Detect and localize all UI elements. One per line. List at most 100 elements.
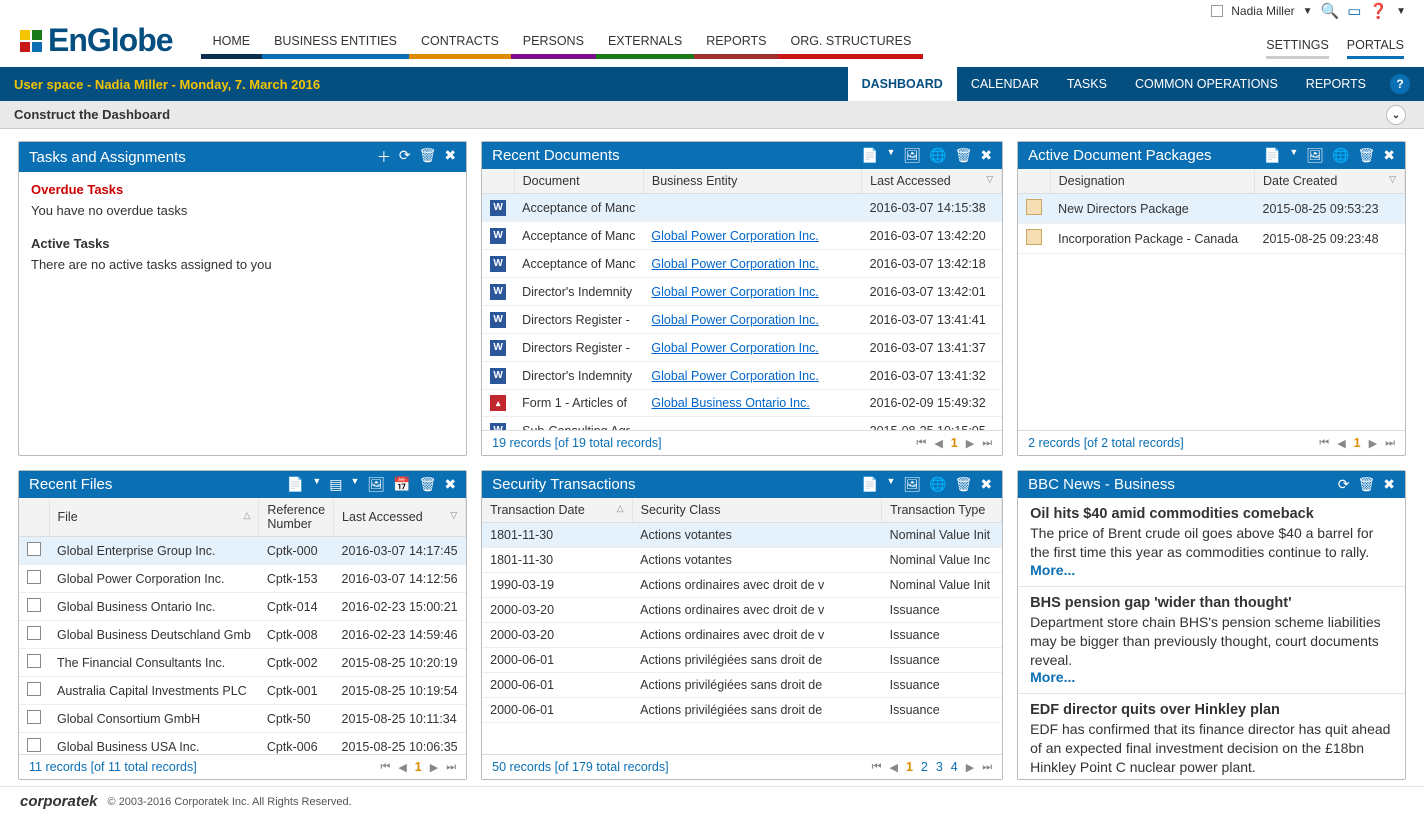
- caret-icon[interactable]: ▼: [886, 476, 895, 493]
- new-doc-icon[interactable]: 📄: [287, 476, 304, 493]
- add-icon[interactable]: ＋: [377, 147, 391, 167]
- close-icon[interactable]: ✖: [1383, 476, 1395, 493]
- tab-tasks[interactable]: TASKS: [1053, 67, 1121, 101]
- menu-icon[interactable]: ▤: [329, 476, 342, 493]
- trash-icon[interactable]: 🗑: [1357, 476, 1375, 493]
- globe-icon[interactable]: 🌐: [929, 476, 946, 493]
- pager-page-1[interactable]: 1: [1354, 436, 1361, 450]
- table-row[interactable]: Global Business USA Inc.Cptk-0062015-08-…: [19, 733, 466, 755]
- caret-icon[interactable]: ▼: [350, 476, 359, 493]
- window-icon[interactable]: ▭: [1347, 2, 1361, 20]
- col-icon[interactable]: [19, 498, 49, 537]
- help-caret-icon[interactable]: ▼: [1396, 6, 1406, 17]
- user-name[interactable]: Nadia Miller: [1231, 4, 1294, 18]
- table-row[interactable]: 2000-06-01Actions privilégiées sans droi…: [482, 698, 1002, 723]
- business-entity-link[interactable]: Global Power Corporation Inc.: [651, 369, 818, 383]
- pager-page-1[interactable]: 1: [906, 760, 913, 774]
- table-row[interactable]: 2000-06-01Actions privilégiées sans droi…: [482, 673, 1002, 698]
- table-row[interactable]: ▴Form 1 - Articles ofGlobal Business Ont…: [482, 390, 1002, 417]
- globe-icon[interactable]: 🌐: [1332, 147, 1349, 164]
- table-row[interactable]: Incorporation Package - Canada2015-08-25…: [1018, 224, 1404, 254]
- table-row[interactable]: WDirector's IndemnityGlobal Power Corpor…: [482, 278, 1002, 306]
- pager-page-4[interactable]: 4: [951, 760, 958, 774]
- table-row[interactable]: WAcceptance of Manc2016-03-07 14:15:38: [482, 194, 1002, 222]
- trash-icon[interactable]: 🗑: [1357, 147, 1375, 164]
- calendar-icon[interactable]: 📅: [393, 476, 410, 493]
- new-doc-icon[interactable]: 📄: [1264, 147, 1281, 164]
- refresh-icon[interactable]: ⟳: [399, 147, 411, 167]
- pager-page-3[interactable]: 3: [936, 760, 943, 774]
- tab-reports[interactable]: REPORTS: [1292, 67, 1380, 101]
- table-row[interactable]: WAcceptance of MancGlobal Power Corporat…: [482, 250, 1002, 278]
- table-row[interactable]: WAcceptance of MancGlobal Power Corporat…: [482, 222, 1002, 250]
- user-checkbox[interactable]: [1211, 5, 1223, 17]
- business-entity-link[interactable]: Global Power Corporation Inc.: [651, 341, 818, 355]
- nav-reports[interactable]: REPORTS: [694, 34, 778, 59]
- close-icon[interactable]: ✖: [980, 147, 992, 164]
- pager-first-icon[interactable]: ⏮: [872, 761, 882, 774]
- close-icon[interactable]: ✖: [980, 476, 992, 493]
- pager-last-icon[interactable]: ⏭: [446, 761, 456, 774]
- col-icon[interactable]: [1018, 169, 1050, 194]
- image-icon[interactable]: 🖼: [903, 147, 921, 164]
- col-reference[interactable]: Reference Number: [259, 498, 334, 537]
- pager-next-icon[interactable]: ▶: [966, 761, 974, 774]
- pager-prev-icon[interactable]: ◀: [889, 761, 897, 774]
- table-row[interactable]: Global Business Ontario Inc.Cptk-0142016…: [19, 593, 466, 621]
- trash-icon[interactable]: 🗑: [955, 147, 973, 164]
- col-transaction-date[interactable]: Transaction Date△: [482, 498, 632, 523]
- tab-common-operations[interactable]: COMMON OPERATIONS: [1121, 67, 1292, 101]
- table-row[interactable]: WDirectors Register -Global Power Corpor…: [482, 334, 1002, 362]
- user-caret-icon[interactable]: ▼: [1303, 6, 1313, 17]
- pager-last-icon[interactable]: ⏭: [982, 761, 992, 774]
- pager-page-2[interactable]: 2: [921, 760, 928, 774]
- pager-prev-icon[interactable]: ◀: [398, 761, 406, 774]
- col-date-created[interactable]: Date Created▽: [1255, 169, 1405, 194]
- business-entity-link[interactable]: Global Power Corporation Inc.: [651, 285, 818, 299]
- pager-first-icon[interactable]: ⏮: [380, 761, 390, 774]
- nav-home[interactable]: HOME: [201, 34, 263, 59]
- col-last-accessed[interactable]: Last Accessed▽: [862, 169, 1002, 194]
- caret-icon[interactable]: ▼: [1289, 147, 1298, 164]
- pager-prev-icon[interactable]: ◀: [1337, 437, 1345, 450]
- trash-icon[interactable]: 🗑: [419, 476, 437, 493]
- pager-next-icon[interactable]: ▶: [1369, 437, 1377, 450]
- col-file[interactable]: File△: [49, 498, 259, 537]
- col-security-class[interactable]: Security Class: [632, 498, 882, 523]
- pager-page-1[interactable]: 1: [951, 436, 958, 450]
- col-icon[interactable]: [482, 169, 514, 194]
- trash-icon[interactable]: 🗑: [955, 476, 973, 493]
- table-row[interactable]: The Financial Consultants Inc.Cptk-00220…: [19, 649, 466, 677]
- col-designation[interactable]: Designation: [1050, 169, 1254, 194]
- news-more-link[interactable]: More...: [1030, 777, 1075, 779]
- caret-icon[interactable]: ▼: [886, 147, 895, 164]
- pager-next-icon[interactable]: ▶: [966, 437, 974, 450]
- tab-calendar[interactable]: CALENDAR: [957, 67, 1053, 101]
- close-icon[interactable]: ✖: [444, 476, 456, 493]
- business-entity-link[interactable]: Global Business Ontario Inc.: [651, 396, 809, 410]
- table-row[interactable]: 2000-03-20Actions ordinaires avec droit …: [482, 623, 1002, 648]
- table-row[interactable]: 1801-11-30Actions votantesNominal Value …: [482, 548, 1002, 573]
- table-row[interactable]: 1990-03-19Actions ordinaires avec droit …: [482, 573, 1002, 598]
- table-row[interactable]: WSub-Consulting Agr2015-08-25 10:15:05: [482, 417, 1002, 431]
- nav-portals[interactable]: PORTALS: [1347, 38, 1404, 59]
- pager-last-icon[interactable]: ⏭: [1385, 437, 1395, 450]
- business-entity-link[interactable]: Global Power Corporation Inc.: [651, 229, 818, 243]
- new-doc-icon[interactable]: 📄: [861, 147, 878, 164]
- collapse-chevron-icon[interactable]: ⌄: [1386, 105, 1406, 125]
- business-entity-link[interactable]: Global Power Corporation Inc.: [651, 257, 818, 271]
- pager-first-icon[interactable]: ⏮: [916, 437, 926, 450]
- help-icon[interactable]: ❓: [1369, 2, 1388, 20]
- col-transaction-type[interactable]: Transaction Type: [882, 498, 1002, 523]
- table-row[interactable]: Global Business Deutschland GmbCptk-0082…: [19, 621, 466, 649]
- globe-icon[interactable]: 🌐: [929, 147, 946, 164]
- image-icon[interactable]: 🖼: [903, 476, 921, 493]
- help-button[interactable]: ?: [1390, 74, 1410, 94]
- pager-first-icon[interactable]: ⏮: [1319, 437, 1329, 450]
- trash-icon[interactable]: 🗑: [419, 147, 437, 167]
- nav-business-entities[interactable]: BUSINESS ENTITIES: [262, 34, 409, 59]
- pager-page-1[interactable]: 1: [415, 760, 422, 774]
- table-row[interactable]: WDirectors Register -Global Power Corpor…: [482, 306, 1002, 334]
- table-row[interactable]: New Directors Package2015-08-25 09:53:23: [1018, 194, 1404, 224]
- col-business-entity[interactable]: Business Entity: [643, 169, 861, 194]
